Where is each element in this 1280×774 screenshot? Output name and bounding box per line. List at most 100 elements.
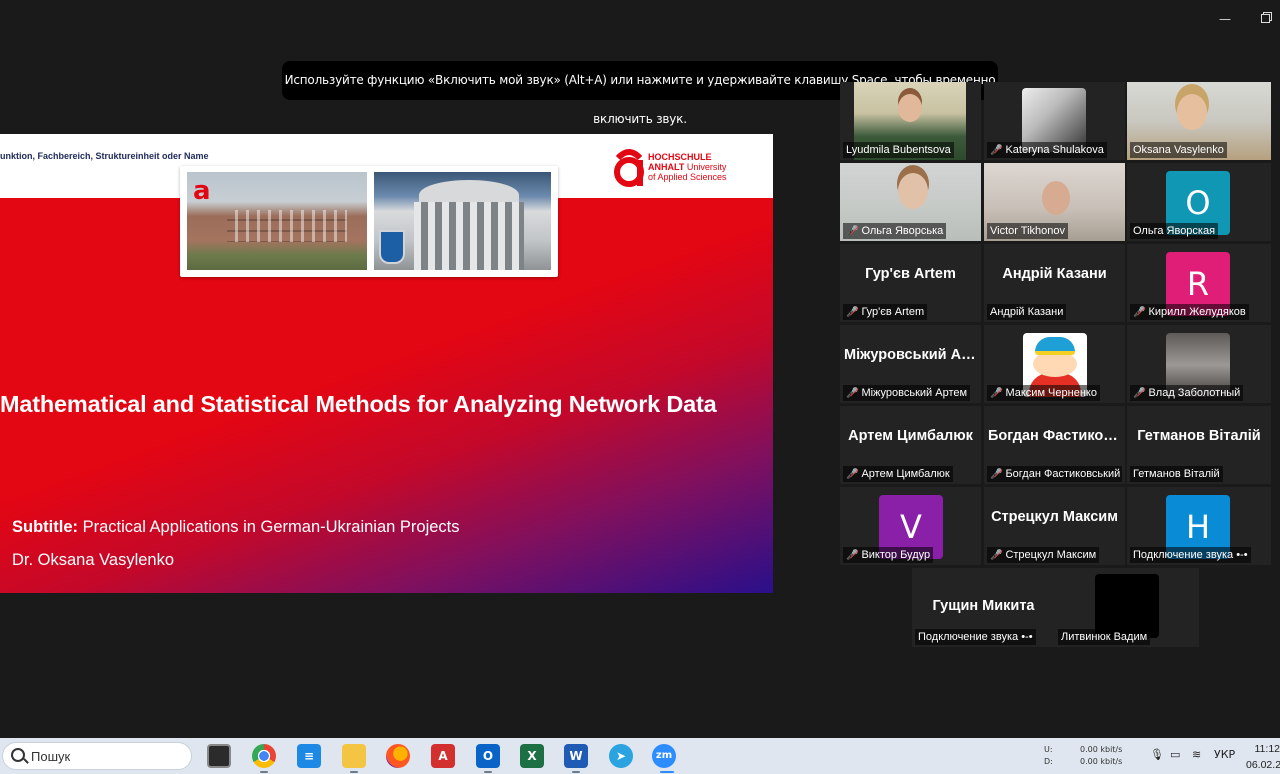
participant-tile-active-speaker[interactable]: Oksana Vasylenko	[1127, 82, 1271, 160]
participant-tile[interactable]: 🎤̸ Влад Заболотный	[1127, 325, 1271, 403]
muted-mic-icon: 🎤̸	[846, 469, 859, 480]
participant-name-label: Victor Tikhonov	[987, 223, 1069, 239]
anhalt-a-logo-icon: a	[193, 176, 211, 206]
slide-subtitle: Subtitle: Practical Applications in Germ…	[12, 518, 460, 537]
campus-photos: a	[180, 166, 558, 277]
participant-name-label: 🎤̸ Артем Цимбалюк	[843, 466, 953, 482]
participant-name-label: Литвинюк Вадим	[1058, 629, 1151, 645]
participant-tile[interactable]: O Ольга Яворская	[1127, 163, 1271, 241]
participant-big-name: Артем Цимбалюк	[848, 428, 973, 444]
participant-tile[interactable]: 🎤̸ Ольга Яворська	[840, 163, 981, 241]
participant-tile[interactable]: R 🎤̸ Кирилл Желудяков	[1127, 244, 1271, 322]
muted-mic-icon: 🎤̸	[846, 550, 859, 561]
participant-name-label: 🎤̸ Kateryna Shulakova	[987, 142, 1107, 158]
taskbar-search-box[interactable]: Пошук	[2, 742, 192, 770]
search-icon	[11, 748, 25, 762]
outlook-icon[interactable]: O	[476, 744, 500, 768]
participant-name-label: 🎤̸ Ольга Яворська	[843, 223, 947, 239]
minimize-icon[interactable]: —	[1216, 10, 1234, 28]
participant-gallery: Lyudmila Bubentsova 🎤̸ Kateryna Shulakova…	[840, 82, 1271, 568]
participant-tile[interactable]: Victor Tikhonov	[984, 163, 1125, 241]
participant-name-label: 🎤̸ Стрецкул Максим	[987, 547, 1100, 563]
participant-tile[interactable]: Андрій Казани Андрій Казани	[984, 244, 1125, 322]
acrobat-icon[interactable]: A	[431, 744, 455, 768]
network-speed-widget: U: D: 0.00 kbit/s 0.00 kbit/s	[1044, 744, 1122, 768]
muted-mic-icon: 🎤̸	[1133, 307, 1146, 318]
clock-date: 06.02.2025	[1246, 759, 1280, 771]
ukrainian-university-photo	[374, 172, 551, 270]
zoom-meeting-window: — Используйте функцию «Включить мой звук…	[0, 0, 1280, 774]
muted-mic-icon: 🎤̸	[990, 469, 1003, 480]
chrome-icon[interactable]	[252, 744, 276, 768]
participant-tile[interactable]: Гур'єв Artem 🎤̸ Гур'єв Artem	[840, 244, 981, 322]
participant-tile[interactable]: H Подключение звука •-•	[1127, 487, 1271, 565]
battery-icon[interactable]: ▭	[1170, 748, 1180, 761]
connecting-dots-icon: •-•	[1236, 549, 1248, 561]
participant-name-label: Подключение звука •-•	[915, 629, 1036, 645]
participant-name-label: 🎤̸ Максим Черненко	[987, 385, 1100, 401]
logo-line-2: University	[686, 162, 727, 172]
task-view-icon[interactable]	[207, 744, 231, 768]
notepad-icon[interactable]: ≡	[297, 744, 321, 768]
participant-big-name: Гетманов Віталій	[1137, 428, 1261, 444]
participant-tile[interactable]: Міжуровський Артем 🎤̸ Міжуровський Артем	[840, 325, 981, 403]
participant-tile[interactable]: Гетманов Віталій Гетманов Віталій	[1127, 406, 1271, 484]
word-icon[interactable]: W	[564, 744, 588, 768]
system-clock[interactable]: 11:12 06.02.2025	[1246, 741, 1280, 773]
muted-mic-icon: 🎤̸	[990, 145, 1003, 156]
muted-mic-icon: 🎤̸	[990, 550, 1003, 561]
logo-line-3: of Applied Sciences	[648, 172, 727, 182]
participant-name-label: Oksana Vasylenko	[1130, 142, 1227, 158]
participant-tile[interactable]: 🎤̸ Kateryna Shulakova	[984, 82, 1125, 160]
participant-tile[interactable]: Стрецкул Максим 🎤̸ Стрецкул Максим	[984, 487, 1125, 565]
participant-name-label: 🎤̸ Кирилл Желудяков	[1130, 304, 1249, 320]
file-explorer-icon[interactable]	[342, 744, 366, 768]
telegram-icon[interactable]: ➤	[609, 744, 633, 768]
wifi-icon[interactable]: ≋	[1192, 748, 1201, 761]
connecting-dots-icon: •-•	[1021, 631, 1033, 643]
running-indicator	[260, 771, 268, 773]
participant-tile[interactable]: Богдан Фастиковський 🎤̸Богдан Фастиковсь…	[984, 406, 1125, 484]
subtitle-label: Subtitle:	[12, 518, 78, 536]
university-logo-text: HOCHSCHULE ANHALT University of Applied …	[648, 152, 727, 182]
participant-tile[interactable]: 🎤̸ Максим Черненко	[984, 325, 1125, 403]
participant-name-label: 🎤̸ Виктор Будур	[843, 547, 934, 563]
participant-big-name: Стрецкул Максим	[991, 509, 1118, 525]
slide-author: Dr. Oksana Vasylenko	[12, 551, 175, 569]
microphone-tray-icon[interactable]: 🎙	[1150, 748, 1164, 761]
participant-name-label: 🎤̸ Міжуровський Артем	[843, 385, 971, 401]
participant-tile[interactable]: Lyudmila Bubentsova	[840, 82, 981, 160]
participant-name-label: Гетманов Віталій	[1130, 466, 1223, 482]
participant-tile[interactable]: Артем Цимбалюк 🎤̸ Артем Цимбалюк	[840, 406, 981, 484]
participant-gallery-last-row: Гущин Микита Подключение звука •-• Литви…	[912, 568, 1199, 647]
muted-mic-icon: 🎤̸	[990, 388, 1003, 399]
firefox-icon[interactable]	[386, 744, 410, 768]
participant-name-label: 🎤̸ Богдан Фастиковський	[987, 466, 1122, 482]
zoom-icon[interactable]: zm	[652, 744, 676, 768]
anhalt-campus-photo: a	[187, 172, 367, 270]
participant-big-name: Андрій Казани	[1002, 266, 1107, 282]
upload-speed: 0.00 kbit/s	[1080, 745, 1123, 754]
download-speed: 0.00 kbit/s	[1080, 757, 1123, 766]
hochschule-anhalt-logo-icon	[614, 149, 644, 187]
participant-name-label: Подключение звука •-•	[1130, 547, 1251, 563]
clock-time: 11:12	[1254, 743, 1280, 755]
participant-big-name: Міжуровський Артем	[844, 347, 981, 363]
restore-window-icon[interactable]	[1256, 10, 1274, 28]
running-indicator	[350, 771, 358, 773]
participant-big-name[interactable]: Гущин Микита	[912, 598, 1055, 614]
running-indicator	[572, 771, 580, 773]
excel-icon[interactable]: X	[520, 744, 544, 768]
slide-department-text: unktion, Fachbereich, Struktureinheit od…	[0, 151, 209, 161]
muted-mic-icon: 🎤̸	[846, 388, 859, 399]
participant-name-label: 🎤̸ Гур'єв Artem	[843, 304, 928, 320]
participant-tile[interactable]: V 🎤̸ Виктор Будур	[840, 487, 981, 565]
language-indicator[interactable]: УКР	[1214, 748, 1235, 761]
search-placeholder: Пошук	[31, 749, 71, 764]
running-indicator	[484, 771, 492, 773]
download-label: D:	[1044, 757, 1053, 766]
subtitle-text: Practical Applications in German-Ukraini…	[82, 518, 460, 536]
participant-name-label: Ольга Яворская	[1130, 223, 1219, 239]
university-logo: HOCHSCHULE ANHALT University of Applied …	[612, 148, 752, 190]
muted-mic-icon: 🎤̸	[1133, 388, 1146, 399]
